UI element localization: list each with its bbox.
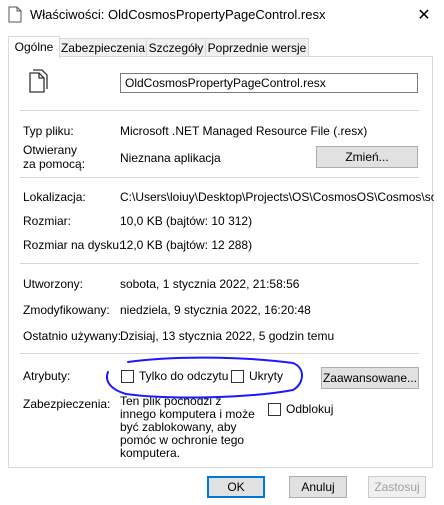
tab-details[interactable]: Szczegóły [146,38,206,56]
accessed-value: Dzisiaj, 13 stycznia 2022, 5 godzin temu [120,329,335,343]
tab-security[interactable]: Zabezpieczenia [59,38,147,56]
created-label: Utworzony: [23,277,84,291]
document-icon [8,6,22,23]
file-type-label: Typ pliku: [23,124,74,138]
window-title: Właściwości: OldCosmosPropertyPageContro… [30,7,326,22]
location-label: Lokalizacja: [23,190,86,204]
size-value: 10,0 KB (bajtów: 10 312) [120,214,253,228]
location-value: C:\Users\loiuy\Desktop\Projects\OS\Cosmo… [120,190,434,204]
change-button[interactable]: Zmień... [316,146,418,168]
separator [20,263,419,264]
file-type-icon [29,69,48,93]
opens-with-label-line1: Otwierany [23,143,78,157]
tab-general[interactable]: Ogólne [8,36,60,58]
apply-button: Zastosuj [368,476,426,498]
file-type-value: Microsoft .NET Managed Resource File (.r… [120,124,368,138]
separator [20,110,419,111]
unblock-checkbox[interactable]: Odblokuj [268,402,333,416]
file-name-input[interactable] [120,73,418,93]
checkbox-box[interactable] [231,369,244,383]
size-label: Rozmiar: [23,214,72,228]
hidden-checkbox-label: Ukryty [249,369,283,383]
modified-label: Zmodyfikowany: [23,303,110,317]
opens-with-label-line2: za pomocą: [23,157,86,171]
ok-button[interactable]: OK [207,476,265,498]
opens-with-value: Nieznana aplikacja [120,151,221,165]
separator [20,177,419,178]
separator [20,353,419,354]
attributes-label: Atrybuty: [23,369,71,383]
hidden-checkbox[interactable]: Ukryty [231,369,283,383]
readonly-checkbox-label: Tylko do odczytu [139,369,229,383]
security-label: Zabezpieczenia: [23,397,111,411]
title-bar: Właściwości: OldCosmosPropertyPageContro… [0,0,444,30]
advanced-button[interactable]: Zaawansowane... [321,367,419,389]
close-icon: ✕ [417,7,431,24]
unblock-checkbox-label: Odblokuj [286,402,334,416]
size-on-disk-value: 12,0 KB (bajtów: 12 288) [120,238,253,252]
size-on-disk-label: Rozmiar na dysku: [23,238,123,252]
accessed-label: Ostatnio używany: [23,329,122,343]
checkbox-box[interactable] [121,369,134,383]
created-value: sobota, 1 stycznia 2022, 21:58:56 [120,277,300,291]
readonly-checkbox[interactable]: Tylko do odczytu [121,369,228,383]
modified-value: niedziela, 9 stycznia 2022, 16:20:48 [120,303,311,317]
security-message: Ten plik pochodzi z innego komputera i m… [120,394,255,460]
checkbox-box[interactable] [268,402,281,416]
tab-previous-versions[interactable]: Poprzednie wersje [205,38,309,56]
close-button[interactable]: ✕ [404,0,444,30]
cancel-button[interactable]: Anuluj [289,476,347,498]
